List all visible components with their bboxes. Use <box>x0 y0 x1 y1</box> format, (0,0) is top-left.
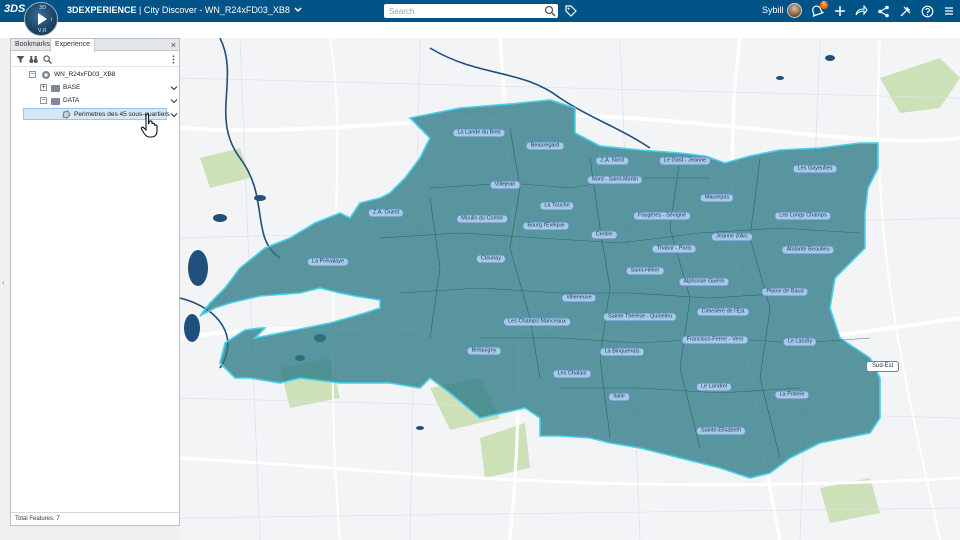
toolbar-strip <box>0 22 960 38</box>
more-options-icon[interactable] <box>172 55 175 64</box>
collapse-toggle[interactable]: − <box>29 71 36 78</box>
quarter-label[interactable]: Alphonse Guérin <box>678 277 730 287</box>
map-view[interactable]: La Lande du Breil Beauregard Z.A. Nord L… <box>180 38 960 540</box>
quarter-label[interactable]: La Poterie <box>774 390 810 400</box>
binoculars-icon[interactable] <box>29 55 38 64</box>
quarter-label[interactable]: Z.A. Ouest <box>367 208 405 218</box>
user-name[interactable]: Sybill <box>762 5 784 15</box>
share-icon[interactable] <box>853 3 869 19</box>
quarter-label[interactable]: La Prévalaye <box>306 257 350 267</box>
experience-panel: Bookmarks Experience × − WN_R24xFD03_XB8… <box>10 38 180 526</box>
quarter-label[interactable]: Thabor - Paris <box>651 244 697 254</box>
quarter-label[interactable]: Italie <box>608 392 630 402</box>
quarter-label[interactable]: Jeanne d'Arc <box>711 232 753 242</box>
map-place-label: Sud-Est <box>866 361 900 372</box>
quarter-label[interactable]: La Binquenais <box>599 347 645 357</box>
tree-item-base[interactable]: + BASE <box>40 82 179 94</box>
notification-badge: 5 <box>820 1 828 9</box>
quarter-label[interactable]: Cimetière de l'Est <box>696 307 750 317</box>
folder-icon <box>51 98 60 105</box>
help-icon[interactable] <box>919 3 935 19</box>
quarter-label[interactable]: Le Gast - Jeanne <box>658 156 712 166</box>
tree-item-label: BASE <box>63 84 81 91</box>
quarter-label[interactable]: Francisco-Ferrer - Vern <box>681 335 749 345</box>
polygon-layer-icon <box>62 110 71 119</box>
tree-item-label: DATA <box>63 97 80 104</box>
expand-toggle[interactable]: + <box>40 84 47 91</box>
quarter-label[interactable]: Cleunay <box>475 254 507 264</box>
panel-footer: Total Features: 7 <box>11 512 179 525</box>
quarter-label[interactable]: Plaine de Baud <box>761 287 809 297</box>
compass-menu-icon[interactable] <box>941 3 957 19</box>
panel-collapse-left-arrow[interactable]: ‹ <box>2 278 5 287</box>
tree-item-root[interactable]: − WN_R24xFD03_XB8 <box>29 69 179 81</box>
river <box>219 38 281 259</box>
quarter-label[interactable]: Saint-Hélier <box>625 266 665 276</box>
hand-cursor-icon <box>140 113 158 138</box>
tab-bookmarks[interactable]: Bookmarks <box>11 39 54 51</box>
quarter-label[interactable]: Beauregard <box>525 141 565 151</box>
compass-widget[interactable]: 3D V,R I <box>24 2 58 36</box>
search-icon[interactable] <box>544 5 556 17</box>
quarter-label[interactable]: Villejean <box>489 180 521 190</box>
quarter-label[interactable]: Les Champs Manceaux <box>503 317 571 327</box>
quarter-label[interactable]: Bourg l'Évêque <box>522 221 570 231</box>
quarter-label[interactable]: Les Chalais <box>552 369 592 379</box>
folder-icon <box>51 85 60 92</box>
quarter-label[interactable]: Sainte-Elisabeth <box>695 426 747 436</box>
platform-name: 3DEXPERIENCE <box>67 5 137 15</box>
quarter-label[interactable]: Moulin du Comte <box>456 214 508 224</box>
tag-icon[interactable] <box>564 4 578 18</box>
quarter-label[interactable]: Centre <box>590 230 618 240</box>
globe-gear-icon <box>42 71 50 79</box>
quarter-label[interactable]: Les Gayeulles <box>792 164 838 174</box>
chevron-down-icon[interactable] <box>170 97 178 105</box>
quarter-label[interactable]: Le Landrel <box>696 382 732 392</box>
app-title[interactable]: 3DEXPERIENCE | City Discover - WN_R24xFD… <box>67 5 302 15</box>
tree-item-data[interactable]: − DATA <box>40 95 179 107</box>
close-icon[interactable]: × <box>171 40 176 50</box>
chevron-down-icon[interactable] <box>170 111 178 119</box>
panel-tab-bar: Bookmarks Experience × <box>11 39 179 52</box>
add-icon[interactable] <box>832 3 848 19</box>
quarter-label[interactable]: Bréquigny <box>466 346 502 356</box>
quarter-label[interactable]: Sainte Thérèse - Quineleu <box>602 312 678 322</box>
chevron-down-icon[interactable] <box>294 7 302 13</box>
quarter-label[interactable]: Maurepas <box>699 193 735 203</box>
title-separator: | <box>136 5 144 15</box>
search-icon[interactable] <box>43 55 52 64</box>
tree-item-label: WN_R24xFD03_XB8 <box>54 71 116 78</box>
network-icon[interactable] <box>875 3 891 19</box>
compass-south-label: V,R <box>38 28 47 34</box>
quarter-label[interactable]: La Touche <box>539 201 575 211</box>
avatar[interactable] <box>787 3 802 18</box>
3ds-logo[interactable]: 3DS <box>4 3 25 15</box>
quarter-label[interactable]: Fougères - Sévigné <box>633 211 691 221</box>
quarter-label[interactable]: Les Longs Champs <box>774 211 832 221</box>
filter-icon[interactable] <box>16 55 25 64</box>
search-input[interactable] <box>384 4 558 18</box>
map-basemap <box>180 38 960 540</box>
panel-toolbar <box>11 51 179 67</box>
app-title-text: City Discover - WN_R24xFD03_XB8 <box>143 5 290 15</box>
quarter-label[interactable]: Villeneuve <box>561 293 597 303</box>
chevron-down-icon[interactable] <box>170 84 178 92</box>
quarter-label[interactable]: Atalante Beaulieu <box>781 245 835 255</box>
quarter-label[interactable]: Z.A. Nord <box>595 156 629 166</box>
tools-icon[interactable] <box>897 3 913 19</box>
collapse-toggle[interactable]: − <box>40 97 47 104</box>
quarter-label[interactable]: Le Landry <box>782 337 818 347</box>
play-icon[interactable] <box>38 13 47 25</box>
compass-north-label: 3D <box>39 5 47 11</box>
compass-east-label: I <box>51 17 53 23</box>
quarter-label[interactable]: La Lande du Breil <box>452 128 506 138</box>
quarter-label[interactable]: Nord - Saint-Martin <box>586 175 644 185</box>
top-bar: 3DS 3DEXPERIENCE | City Discover - WN_R2… <box>0 0 960 22</box>
